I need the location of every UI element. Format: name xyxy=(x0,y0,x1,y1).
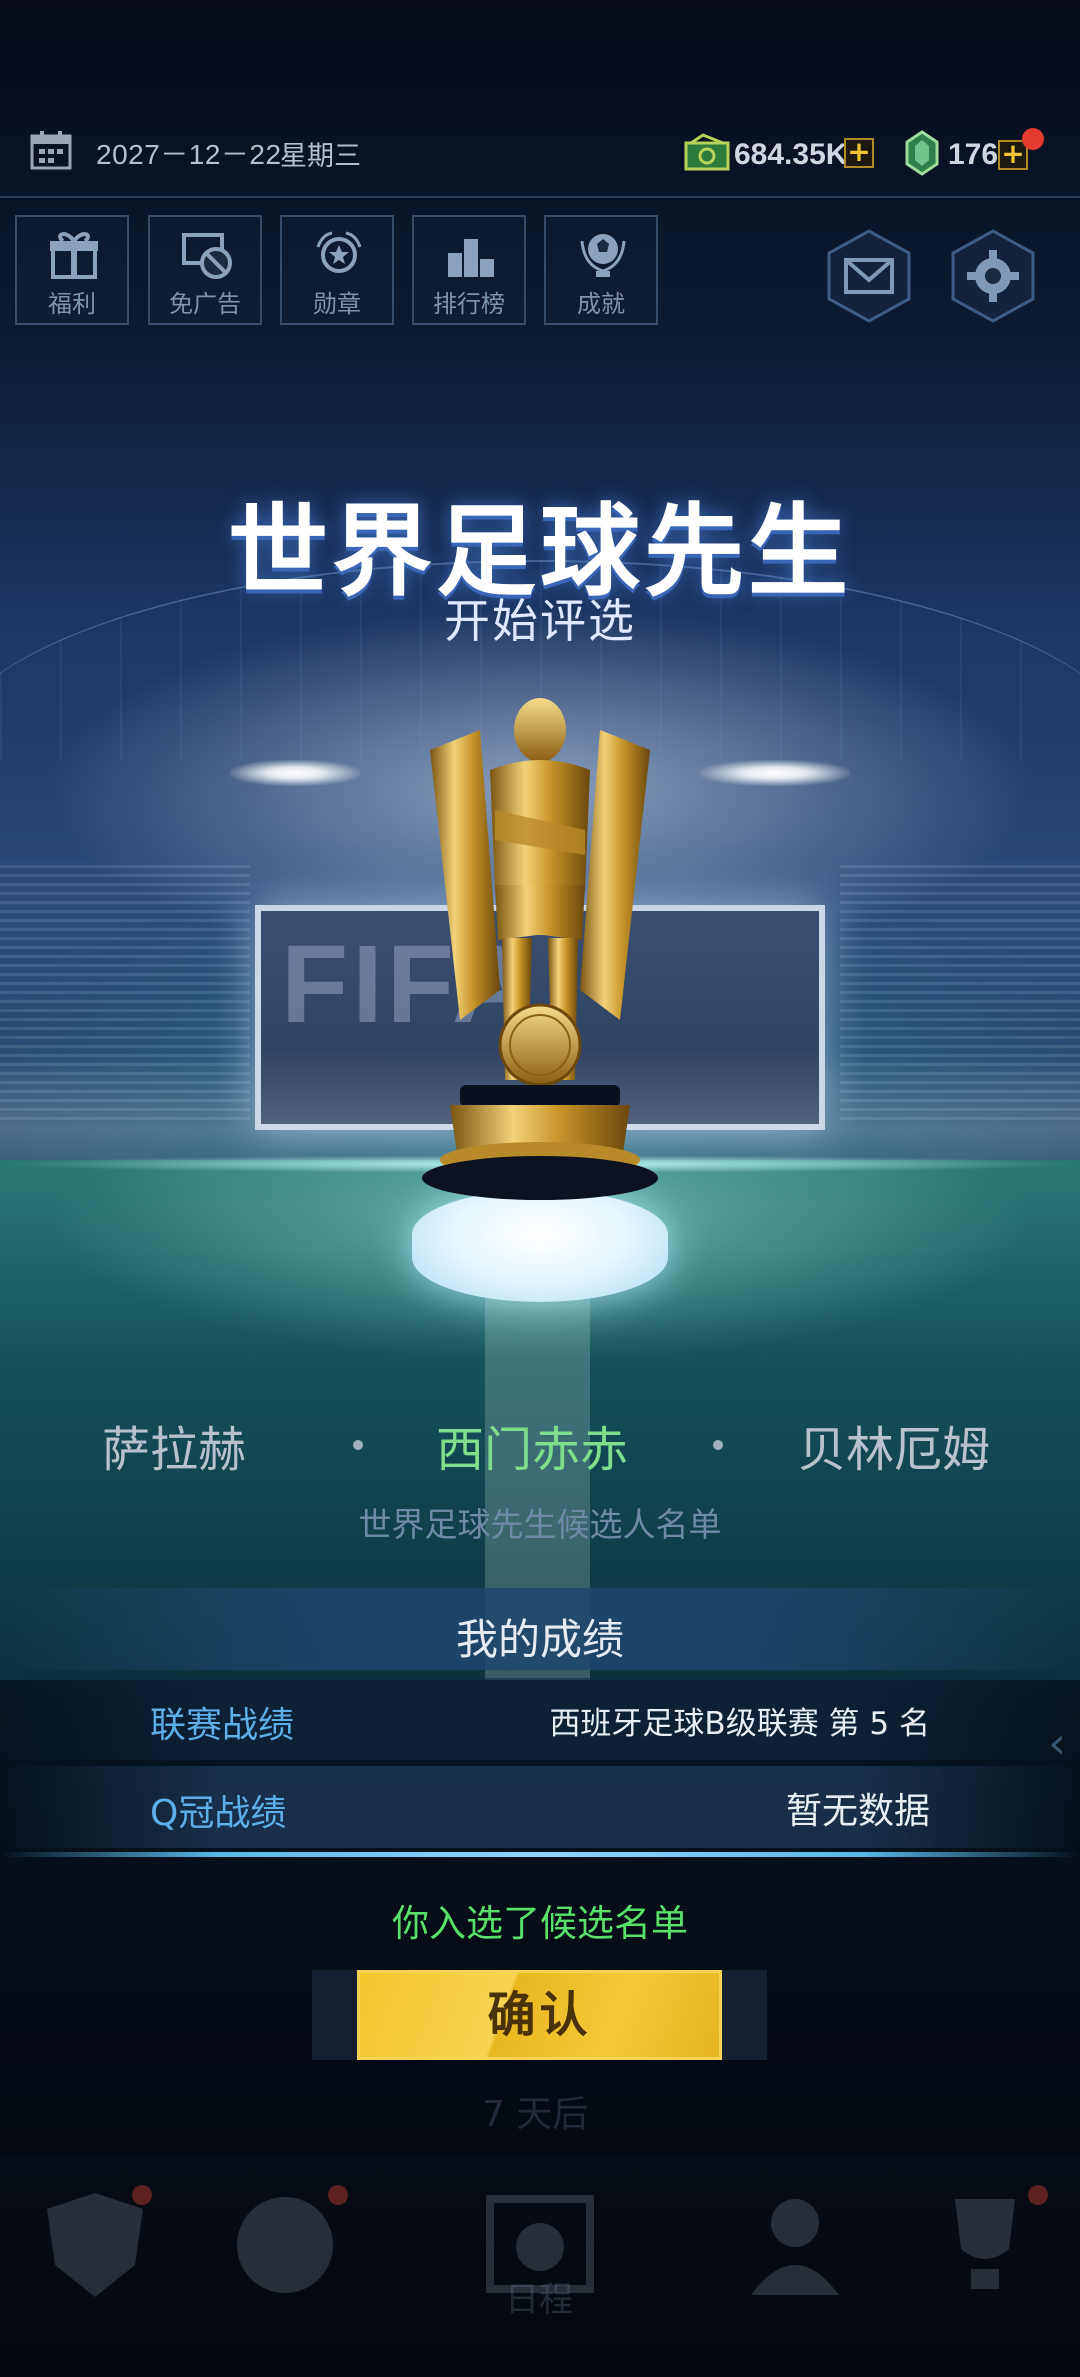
medal-icon xyxy=(316,231,362,273)
menu-leaderboard-button[interactable]: 排行榜 xyxy=(412,215,526,325)
no-ads-icon xyxy=(182,233,232,279)
cup-result-row: Q冠战绩 暂无数据 xyxy=(0,1766,1080,1848)
selection-message: 你入选了候选名单 xyxy=(392,1902,688,1945)
menu-achievement-button[interactable]: 成就 xyxy=(544,215,658,325)
gems-notification-dot xyxy=(1022,128,1044,150)
add-cash-button[interactable]: + xyxy=(844,138,874,168)
award-screen: FIFA 2027－12－22 星期三 684.35K + 176 + 福利 免… xyxy=(0,0,1080,2377)
menu-leaderboard-label: 排行榜 xyxy=(433,290,505,318)
nav-notification-dot xyxy=(1028,2185,1048,2205)
cash-balance: 684.35K xyxy=(734,138,848,171)
player-icon[interactable] xyxy=(735,2185,855,2305)
nav-notification-dot xyxy=(132,2185,152,2205)
menu-no-ads-button[interactable]: 免广告 xyxy=(148,215,262,325)
settings-button[interactable] xyxy=(950,228,1036,324)
podium-icon xyxy=(448,239,494,277)
league-result-label: 联赛战绩 xyxy=(150,1705,295,1746)
separator-dot xyxy=(713,1440,723,1450)
status-divider xyxy=(0,196,1080,198)
league-result-value: 西班牙足球B级联赛 第 5 名 xyxy=(549,1706,930,1742)
current-date: 2027－12－22 xyxy=(96,139,282,170)
current-weekday: 星期三 xyxy=(280,141,361,172)
confirm-button[interactable]: 确认 xyxy=(357,1970,722,2060)
floodlight-left xyxy=(230,760,360,786)
background-countdown: 7 天后 xyxy=(482,2094,589,2135)
cup-result-value: 暂无数据 xyxy=(785,1791,930,1832)
candidate-list-caption: 世界足球先生候选人名单 xyxy=(358,1505,722,1544)
candidate-name-highlighted: 西门赤赤 xyxy=(436,1422,629,1478)
results-heading: 我的成绩 xyxy=(455,1615,624,1664)
results-header: 我的成绩 xyxy=(0,1588,1080,1670)
cup-result-label: Q冠战绩 xyxy=(150,1793,287,1834)
menu-no-ads-label: 免广告 xyxy=(169,290,241,318)
league-result-row: 联赛战绩 西班牙足球B级联赛 第 5 名 xyxy=(0,1678,1080,1760)
mail-button[interactable] xyxy=(826,228,912,324)
trophy-ball-icon xyxy=(580,234,626,277)
award-subtitle: 开始评选 xyxy=(444,594,636,648)
nav-schedule-label[interactable]: 日程 xyxy=(505,2272,573,2321)
candidate-name: 萨拉赫 xyxy=(102,1422,247,1478)
menu-medal-label: 勋章 xyxy=(313,290,361,318)
trophy-icon[interactable] xyxy=(925,2185,1045,2305)
separator-dot xyxy=(353,1440,363,1450)
floodlight-right xyxy=(700,760,850,786)
menu-medal-button[interactable]: 勋章 xyxy=(280,215,394,325)
menu-welfare-button[interactable]: 福利 xyxy=(15,215,129,325)
gem-balance: 176 xyxy=(948,138,999,171)
results-divider xyxy=(0,1852,1080,1857)
calendar-icon xyxy=(30,131,72,170)
menu-achievement-label: 成就 xyxy=(577,290,625,318)
chevron-left-icon[interactable]: ‹ xyxy=(1048,1718,1066,1769)
gift-icon xyxy=(50,232,98,279)
menu-welfare-label: 福利 xyxy=(48,290,96,318)
gem-icon xyxy=(905,130,939,176)
candidate-name: 贝林厄姆 xyxy=(798,1422,991,1478)
football-icon[interactable] xyxy=(225,2185,345,2305)
cash-icon xyxy=(684,133,730,171)
golden-player-trophy-icon xyxy=(422,698,658,1200)
nav-notification-dot xyxy=(328,2185,348,2205)
